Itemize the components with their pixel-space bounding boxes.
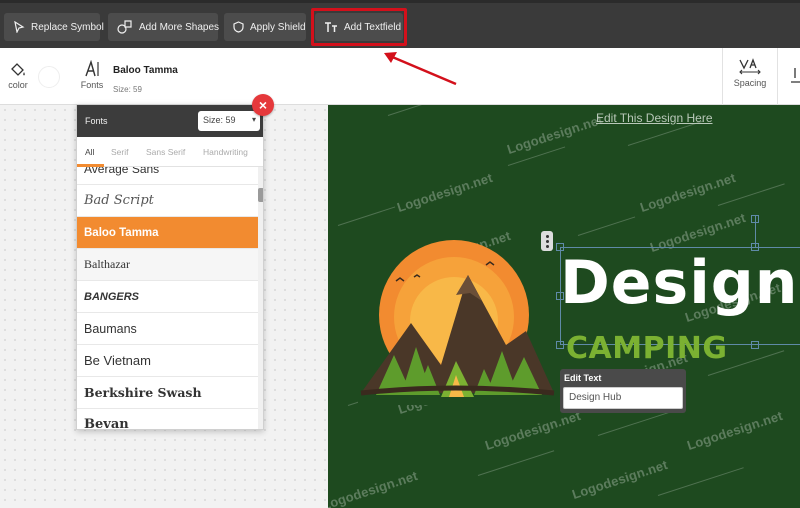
watermark: Logodesign.net	[570, 456, 670, 503]
shield-icon	[233, 21, 244, 33]
tab-handwriting[interactable]: Handwriting	[203, 147, 248, 157]
current-font-size: Size: 59	[113, 85, 142, 94]
watermark: Logodesign.net	[685, 407, 785, 454]
font-icon	[85, 59, 99, 77]
font-list: Average Sans Bad Script Baloo Tamma Balt…	[77, 167, 258, 429]
properties-bar: color Fonts Baloo Tamma Size: 59 Spacing	[0, 48, 800, 105]
watermark: Logodesign.net	[328, 467, 420, 508]
watermark-line	[337, 206, 396, 226]
font-item[interactable]: Average Sans	[77, 167, 258, 185]
color-swatch[interactable]	[38, 66, 60, 88]
chevron-down-icon: ▾	[251, 115, 256, 124]
fonts-panel: Fonts Size: 59 ▾ All Serif Sans Serif Ha…	[76, 104, 264, 430]
highlight-box	[311, 8, 407, 46]
color-tool[interactable]: color	[5, 62, 31, 90]
size-select[interactable]: Size: 59 ▾	[198, 111, 260, 131]
resize-handle[interactable]	[556, 341, 564, 349]
watermark: Logodesign.net	[638, 169, 738, 216]
spacing-label: Spacing	[733, 78, 767, 88]
rotate-handle[interactable]	[751, 215, 759, 223]
watermark-line	[477, 450, 555, 476]
edit-text-input[interactable]: Design Hub	[563, 387, 683, 409]
top-toolbar: Replace Symbol Add More Shapes Apply Shi…	[0, 0, 800, 48]
camping-logo[interactable]	[356, 235, 556, 405]
design-text[interactable]: Design	[560, 253, 798, 313]
replace-symbol-button[interactable]: Replace Symbol	[4, 13, 104, 41]
apply-shield-label: Apply Shield	[250, 21, 306, 33]
tab-serif[interactable]: Serif	[111, 147, 128, 157]
color-label: color	[8, 80, 28, 90]
edit-text-title: Edit Text	[564, 373, 602, 383]
spacing-tool[interactable]: Spacing	[722, 48, 778, 105]
letter-spacing-icon	[739, 58, 761, 75]
font-item[interactable]: Bevan	[77, 409, 258, 429]
fonts-label: Fonts	[80, 80, 104, 90]
fonts-tool[interactable]: Fonts	[80, 59, 104, 90]
font-item[interactable]: Baumans	[77, 313, 258, 345]
close-icon[interactable]: ×	[252, 94, 274, 116]
paint-bucket-icon	[11, 63, 25, 76]
more-tool[interactable]	[790, 66, 800, 88]
watermark-line	[657, 467, 744, 496]
resize-handle[interactable]	[751, 341, 759, 349]
tab-sans-serif[interactable]: Sans Serif	[146, 147, 185, 157]
edit-text-popup: Edit Text Design Hub	[560, 369, 686, 413]
tab-all[interactable]: All	[85, 147, 94, 157]
font-item-selected[interactable]: Baloo Tamma	[77, 217, 258, 249]
edit-design-link[interactable]: Edit This Design Here	[596, 111, 713, 125]
cursor-icon	[14, 21, 25, 33]
font-item[interactable]: Balthazar	[77, 249, 258, 281]
font-item[interactable]: Berkshire Swash	[77, 377, 258, 409]
add-more-shapes-label: Add More Shapes	[139, 21, 220, 33]
watermark-line	[387, 105, 455, 116]
watermark-line	[577, 216, 636, 236]
font-item[interactable]: Bad Script	[77, 185, 258, 217]
design-canvas[interactable]: Logodesign.net Logodesign.net Logodesign…	[328, 105, 800, 508]
shapes-icon	[117, 20, 132, 34]
font-list-scrollbar[interactable]	[258, 167, 263, 429]
replace-symbol-label: Replace Symbol	[31, 21, 104, 33]
element-menu-button[interactable]	[541, 231, 553, 251]
current-font-name: Baloo Tamma	[113, 65, 178, 76]
fonts-panel-title: Fonts	[85, 116, 108, 126]
font-item[interactable]: Be Vietnam	[77, 345, 258, 377]
font-item[interactable]: BANGERS	[77, 281, 258, 313]
add-more-shapes-button[interactable]: Add More Shapes	[108, 13, 220, 41]
more-icon	[791, 68, 800, 83]
font-category-tabs: All Serif Sans Serif Handwriting	[77, 137, 263, 167]
size-select-value: Size: 59	[203, 115, 236, 125]
fonts-panel-header: Fonts Size: 59 ▾	[77, 105, 263, 137]
camping-text[interactable]: CAMPING	[566, 334, 727, 364]
font-list-scroll-thumb[interactable]	[258, 188, 263, 202]
apply-shield-button[interactable]: Apply Shield	[224, 13, 306, 41]
watermark: Logodesign.net	[395, 169, 495, 216]
watermark: Logodesign.net	[483, 407, 583, 454]
